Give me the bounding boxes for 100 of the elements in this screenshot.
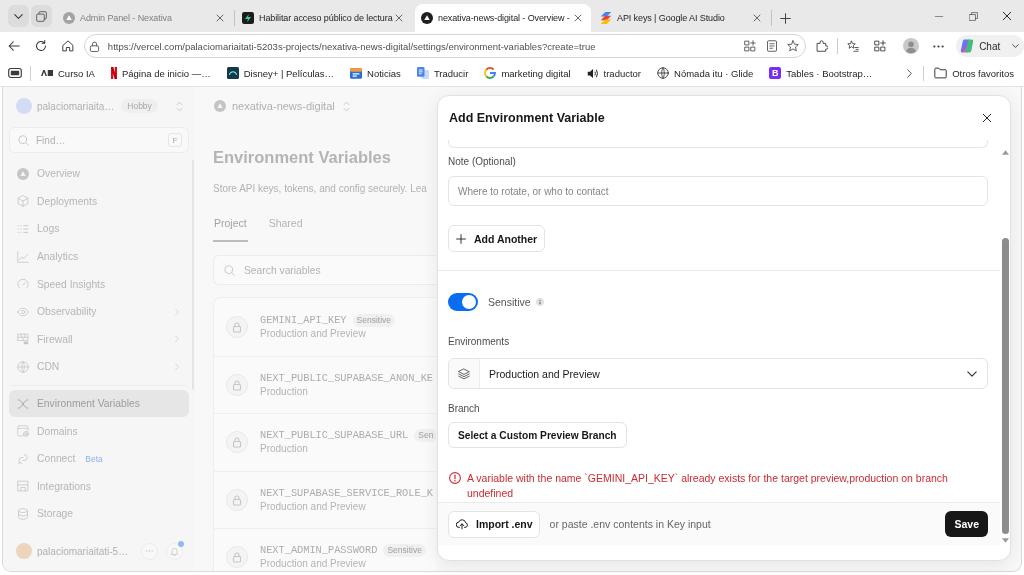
- tab-actions-button[interactable]: [31, 5, 52, 27]
- browser-tab[interactable]: Admin Panel - Nexativa: [57, 4, 233, 32]
- lock-icon: [226, 315, 248, 338]
- link-icon: [17, 452, 29, 465]
- browser-tab[interactable]: nexativa-news-digital - Overview -: [415, 4, 591, 32]
- bookmark-link[interactable]: marketing digital: [480, 63, 575, 83]
- refresh-icon: [34, 40, 47, 52]
- nav-item[interactable]: Environment Variables: [9, 389, 189, 418]
- letter-logo: B: [769, 67, 782, 79]
- dialog-title: Add Environment Variable: [449, 111, 605, 125]
- stacked-squares-icon: [36, 10, 47, 22]
- lock-icon: [226, 373, 248, 396]
- variable-environments: Production and Preview: [260, 326, 367, 340]
- bookmark-link[interactable]: B Tables · Bootstrap…: [765, 63, 877, 83]
- n-logo-icon: [110, 67, 117, 79]
- puzzle-icon: [816, 40, 829, 52]
- tab-list-button[interactable]: [8, 5, 29, 27]
- g-logo-icon: [484, 67, 497, 79]
- team-name[interactable]: palaciomariaita…: [37, 100, 115, 112]
- field-label: Branch: [448, 401, 481, 415]
- lock-icon[interactable]: [88, 40, 100, 52]
- project-name[interactable]: nexativa-news-digital: [232, 100, 335, 112]
- close-icon[interactable]: [395, 14, 403, 22]
- collections-icon: [874, 40, 887, 52]
- sensitive-toggle[interactable]: [448, 293, 478, 311]
- bell-icon: [170, 546, 179, 556]
- bookmark-link[interactable]: Página de inicio —…: [106, 63, 215, 83]
- add-another-button[interactable]: Add Another: [448, 225, 546, 252]
- bookmark-link[interactable]: Traducir: [412, 63, 473, 83]
- home-icon: [61, 40, 74, 52]
- variable-name: GEMINI_API_KEY: [260, 313, 347, 327]
- user-avatar-icon: [16, 543, 32, 559]
- close-icon[interactable]: [753, 14, 761, 22]
- sensitive-badge: Sen: [414, 429, 436, 443]
- input-field[interactable]: [448, 140, 988, 148]
- star-icon[interactable]: [787, 40, 800, 52]
- toggle-label: Sensitive: [488, 296, 531, 308]
- variable-name: NEXT_PUBLIC_SUPABASE_ANON_KE: [260, 371, 434, 385]
- minimize-icon: [934, 15, 944, 17]
- reader-icon[interactable]: [766, 40, 779, 52]
- close-icon[interactable]: [216, 14, 224, 22]
- scroll-down-arrow-icon[interactable]: [1001, 538, 1009, 543]
- cube-icon: [17, 195, 29, 208]
- chevron-down-icon: [1012, 44, 1019, 48]
- scrollbar-thumb[interactable]: [1001, 238, 1009, 534]
- chat-button[interactable]: Chat: [956, 35, 1024, 57]
- speaker-icon: [586, 67, 599, 79]
- close-icon: [1002, 11, 1012, 21]
- bookmark-link[interactable]: Disney+ | Películas…: [222, 63, 339, 83]
- bookmark-link[interactable]: traductor: [582, 63, 646, 83]
- bookmark-link[interactable]: Curso IA: [37, 63, 99, 83]
- tab[interactable]: Shared: [267, 210, 304, 242]
- layers-icon: [458, 367, 470, 380]
- environments-select[interactable]: Production and Preview: [448, 358, 988, 389]
- lock-icon: [226, 431, 248, 454]
- notifications-button[interactable]: [166, 542, 183, 560]
- search-field[interactable]: Search variables: [213, 255, 436, 285]
- favorites-icon: [847, 40, 860, 52]
- close-icon: [982, 113, 992, 123]
- browser-tab[interactable]: API keys | Google AI Studio: [594, 4, 770, 32]
- triangle-logo-icon: [63, 12, 75, 24]
- info-icon[interactable]: [535, 298, 544, 306]
- chevron-right-icon: [906, 68, 912, 78]
- globe-icon: [17, 360, 29, 373]
- branch-button[interactable]: Select a Custom Preview Branch: [448, 422, 627, 448]
- tab[interactable]: Project: [213, 210, 248, 242]
- import-hint: or paste .env contents in Key input: [549, 518, 711, 530]
- note-field[interactable]: Where to rotate, or who to contact: [448, 176, 988, 206]
- brick-wall-icon: [17, 333, 29, 346]
- bookmark-link[interactable]: Nómada itu · Glide: [653, 63, 758, 83]
- error-message: A variable with the name `GEMINI_API_KEY` already exists for the target preview,production on branch undefined: [467, 470, 949, 501]
- eye-icon: [17, 305, 29, 318]
- triangle-logo-icon: [17, 167, 29, 180]
- import-button[interactable]: Import .env: [448, 510, 540, 538]
- bookmark-link[interactable]: Noticias: [346, 63, 405, 83]
- bookmark-folder-link[interactable]: Otros favoritos: [930, 63, 1018, 83]
- domain-icon: [17, 425, 29, 438]
- app-add-icon[interactable]: [744, 40, 757, 52]
- browser-tab[interactable]: Habilitar acceso público de lectura: [236, 4, 412, 32]
- save-button[interactable]: Save: [945, 511, 988, 537]
- upload-cloud-icon: [456, 518, 468, 530]
- team-avatar-icon: [16, 98, 32, 114]
- variable-environments: Production and Preview: [260, 499, 367, 513]
- field-label: Note (Optional): [448, 154, 517, 168]
- logo-icon: [41, 70, 53, 76]
- scroll-up-arrow-icon[interactable]: [1001, 150, 1009, 155]
- search-icon: [18, 134, 29, 146]
- field-label: Environments: [448, 334, 511, 348]
- search-icon: [224, 264, 235, 276]
- triangle-logo-icon: [214, 100, 226, 112]
- striped-logo-icon: [600, 12, 612, 24]
- beta-label: Beta: [85, 453, 103, 464]
- nav-item[interactable]: Connect Beta: [9, 444, 189, 473]
- storefront-icon: [17, 480, 29, 493]
- find-field[interactable]: Find… F: [9, 127, 189, 153]
- user-name[interactable]: palaciomariaitati-5…: [37, 545, 129, 557]
- plus-icon: [456, 233, 466, 244]
- page-title: Environment Variables: [213, 147, 392, 167]
- alert-icon: [449, 472, 461, 484]
- close-icon[interactable]: [574, 14, 582, 22]
